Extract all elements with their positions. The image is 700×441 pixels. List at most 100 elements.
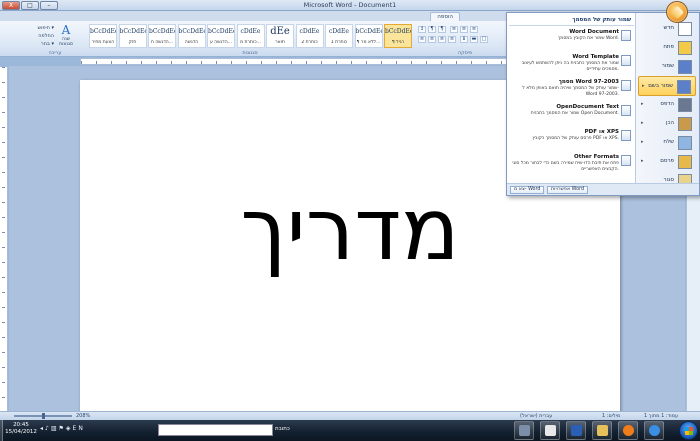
taskbar-app-2[interactable] xyxy=(540,421,560,440)
save-format-option[interactable]: Other Formats פתח את תיבת הדו-שיח שמירה ב… xyxy=(509,154,633,176)
office-menu-item[interactable]: שמור xyxy=(638,57,696,77)
save-format-description: פרסם עותק של המסמך כקובץ PDF או XPS. xyxy=(532,136,619,141)
document-format-icon xyxy=(621,130,631,141)
style-item[interactable]: bCcDdEe הדגשה xyxy=(177,24,206,48)
close-window-button[interactable]: X xyxy=(2,1,20,10)
borders-icon[interactable]: □ xyxy=(480,36,488,43)
change-styles-button[interactable]: A שנה סגנונות xyxy=(56,24,76,50)
submenu-arrow-icon: ▸ xyxy=(641,101,644,107)
office-logo-icon xyxy=(671,6,684,19)
sort-icon[interactable]: ↕ xyxy=(418,26,426,33)
show-desktop-button[interactable] xyxy=(0,420,3,441)
menu-command-label: פתח xyxy=(663,44,674,50)
align-center-icon[interactable]: ≡ xyxy=(428,36,436,43)
clock[interactable]: 20:45 15/04/2012 xyxy=(4,422,38,436)
ltr-icon[interactable]: ¶ xyxy=(428,26,436,33)
numbering-icon[interactable]: ≡ xyxy=(460,26,468,33)
vertical-ruler[interactable] xyxy=(0,67,8,412)
minimize-window-button[interactable]: – xyxy=(40,1,58,10)
save-format-title: PDF או XPS xyxy=(584,129,619,135)
exit-word-button[interactable]: צא מ- Word xyxy=(510,186,545,194)
style-item[interactable]: cDdEe כותרת מ... xyxy=(236,24,265,48)
word-icon xyxy=(571,425,582,436)
office-button[interactable] xyxy=(666,1,688,23)
save-format-option[interactable]: Word Template שמור את המסמך כתבנית בה נית… xyxy=(509,54,633,76)
style-name: הדגשה xyxy=(184,40,199,45)
document-format-icon xyxy=(621,105,631,116)
save-format-option[interactable]: מסמך Word 97-2003 שמור עותק של המסמך שיהי… xyxy=(509,79,633,101)
office-menu-item[interactable]: פרסם ▸ xyxy=(638,152,696,172)
office-menu-item[interactable]: שלח ▸ xyxy=(638,133,696,153)
save-format-option[interactable]: PDF או XPS פרסם עותק של המסמך כקובץ PDF א… xyxy=(509,129,633,151)
save-format-description: שמור עותק של המסמך שיהיה תואם באופן מלא … xyxy=(522,86,619,97)
replace-button[interactable]: החלפה xyxy=(24,32,54,40)
style-item[interactable]: bCcDdEe חזק xyxy=(118,24,147,48)
language-indicator[interactable]: עברית (ישראל) xyxy=(520,412,552,420)
style-item[interactable]: bCcDdEe ¶ רגיל xyxy=(384,24,412,48)
multilevel-icon[interactable]: ≡ xyxy=(470,26,478,33)
taskbar: 20:45 15/04/2012 ◂♪▥⚑◈EN כתובת xyxy=(0,420,700,441)
find-button[interactable]: חיפוש ▾ xyxy=(24,24,54,32)
system-tray[interactable]: ◂♪▥⚑◈EN xyxy=(40,425,150,435)
save-as-submenu: שמור עותק של המסמך Word Document שמור את … xyxy=(507,13,636,185)
style-sample: cDdEe xyxy=(329,28,349,35)
align-right-icon[interactable]: ≡ xyxy=(438,36,446,43)
bullets-icon[interactable]: ≡ xyxy=(450,26,458,33)
rtl-icon[interactable]: ¶ xyxy=(438,26,446,33)
style-item[interactable]: bCcDdEe הדגשה ע... xyxy=(207,24,235,48)
language-icon[interactable]: EN xyxy=(73,425,85,432)
line-spacing-icon[interactable]: ↨ xyxy=(460,36,468,43)
office-menu-item[interactable]: הכן ▸ xyxy=(638,114,696,134)
taskbar-media[interactable] xyxy=(618,421,638,440)
style-name: תואר xyxy=(275,40,285,45)
shield-icon[interactable]: ◈ xyxy=(66,425,73,432)
save-format-option[interactable]: OpenDocument Text שמור את המסמך בתבנית Op… xyxy=(509,104,633,126)
office-menu-item[interactable]: פתח xyxy=(638,38,696,58)
menu-command-label: הכן xyxy=(665,120,674,126)
style-item[interactable]: cDdEe כותרת 1 xyxy=(325,24,353,48)
style-item[interactable]: dEe תואר xyxy=(266,24,294,48)
office-menu-item[interactable]: שמור בשם ▸ xyxy=(638,76,696,96)
styles-group-label: סגנונות xyxy=(242,50,258,56)
taskbar-word[interactable] xyxy=(566,421,586,440)
clock-date: 15/04/2012 xyxy=(5,429,37,435)
style-item[interactable]: bCcDdEe ¶ ללא מר... xyxy=(354,24,383,48)
submenu-arrow-icon: ▸ xyxy=(642,83,645,89)
style-item[interactable]: bCcDdEe הדגשה ח... xyxy=(148,24,176,48)
ruler-ticks-vertical xyxy=(2,67,5,412)
office-menu-item[interactable]: הדפס ▸ xyxy=(638,95,696,115)
select-button[interactable]: בחר ▾ xyxy=(24,40,54,48)
style-sample: bCcDdEe xyxy=(119,28,146,35)
style-item[interactable]: bCcDdEe הצעת מחיר xyxy=(89,24,117,48)
style-name: ¶ רגיל xyxy=(391,40,405,45)
office-menu-item[interactable]: חדש xyxy=(638,19,696,39)
style-item[interactable]: cDdEe כותרת 2 xyxy=(295,24,324,48)
maximize-window-button[interactable]: □ xyxy=(21,1,39,10)
style-name: הצעת מחיר xyxy=(91,40,115,45)
zoom-level[interactable]: 208% xyxy=(76,412,90,420)
page-count[interactable]: עמוד: 1 מתוך 1 xyxy=(644,412,678,420)
word-options-button[interactable]: אפשרויות Word xyxy=(547,186,589,194)
style-sample: dEe xyxy=(270,26,290,37)
justify-icon[interactable]: ≡ xyxy=(448,36,456,43)
align-left-icon[interactable]: ≡ xyxy=(418,36,426,43)
submenu-arrow-icon: ▸ xyxy=(641,158,644,164)
network-icon[interactable]: ▥ xyxy=(51,425,59,432)
word-count[interactable]: מילים: 1 xyxy=(602,412,620,420)
zoom-slider[interactable] xyxy=(14,413,72,419)
save-format-description: שמור את הקובץ במסמך Word. xyxy=(557,36,619,41)
save-format-option[interactable]: Word Document שמור את הקובץ במסמך Word. xyxy=(509,29,633,51)
document-format-icon xyxy=(621,55,631,66)
tab-insert[interactable]: הוספה xyxy=(430,12,460,21)
office-menu-commands: חדש פתח שמור שמור בשם ▸ הדפס ▸ הכן ▸ שלח ▸ פרסם ▸ סגו… xyxy=(635,13,699,188)
shading-icon[interactable]: ▬ xyxy=(470,36,478,43)
menu-command-label: הדפס xyxy=(660,101,674,107)
taskbar-explorer[interactable] xyxy=(592,421,612,440)
style-sample: bCcDdEe xyxy=(178,28,205,35)
taskbar-ie[interactable] xyxy=(644,421,664,440)
taskbar-app-1[interactable] xyxy=(514,421,534,440)
zoom-slider-knob[interactable] xyxy=(42,413,45,419)
flag-icon[interactable]: ⚑ xyxy=(59,425,66,432)
address-toolbar-input[interactable] xyxy=(158,424,273,436)
start-button[interactable] xyxy=(679,421,698,440)
